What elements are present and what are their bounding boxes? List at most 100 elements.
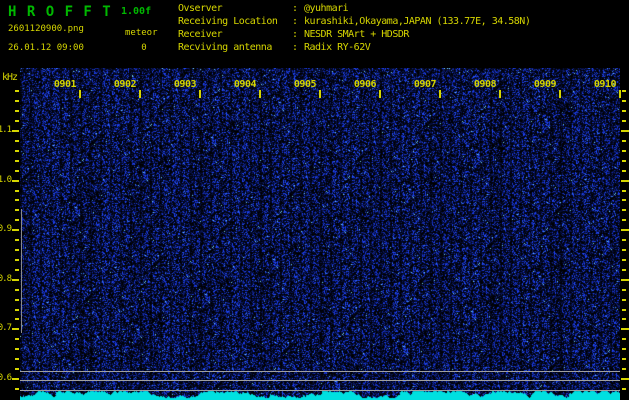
time-tick [559,90,561,98]
band-marker-line [21,209,22,333]
freq-major-tick-left [12,229,19,231]
freq-minor-tick-right [622,90,626,92]
time-tick [499,90,501,98]
freq-minor-tick-left [15,190,19,192]
time-tick-label: 0902 [113,79,137,90]
freq-minor-tick-left [15,259,19,261]
freq-minor-tick-right [622,309,626,311]
output-filename: 2601120900.png [8,24,84,34]
time-tick-label: 0903 [173,79,197,90]
info-separator: : [292,3,299,14]
freq-minor-tick-right [622,170,626,172]
freq-minor-tick-left [15,100,19,102]
freq-tick-label: 1.0 [0,175,12,185]
freq-major-tick-left [12,328,19,330]
time-tick [379,90,381,98]
info-label: Ovserver [178,3,223,14]
freq-minor-tick-left [15,318,19,320]
app-title: H R O F F T [8,4,112,20]
freq-minor-tick-right [622,110,626,112]
freq-minor-tick-left [15,289,19,291]
info-label: Receiving Location [178,16,278,27]
freq-minor-tick-right [622,249,626,251]
freq-minor-tick-right [622,269,626,271]
freq-minor-tick-right [622,388,626,390]
freq-tick-label: 0.9 [0,224,12,234]
observation-datetime: 26.01.12 09:00 [8,43,84,53]
time-tick [79,90,81,98]
info-separator: : [292,42,299,53]
freq-axis-unit-label: kHz [2,72,18,83]
info-value: @yuhmari [304,3,349,14]
freq-minor-tick-right [622,219,626,221]
freq-minor-tick-right [622,150,626,152]
freq-minor-tick-right [622,140,626,142]
info-label: Receiver [178,29,223,40]
freq-minor-tick-left [15,239,19,241]
freq-minor-tick-right [622,199,626,201]
freq-minor-tick-left [15,269,19,271]
freq-tick-label: 1.1 [0,125,12,135]
freq-minor-tick-left [15,110,19,112]
freq-minor-tick-right [622,259,626,261]
time-tick [199,90,201,98]
reference-line [20,380,620,381]
freq-minor-tick-left [15,368,19,370]
time-tick [439,90,441,98]
freq-major-tick-left [12,279,19,281]
freq-tick-label: 0.8 [0,274,12,284]
time-tick-label: 0905 [293,79,317,90]
freq-minor-tick-left [15,358,19,360]
freq-major-tick-right [621,279,629,281]
meteor-count-value: 0 [141,43,147,53]
time-tick-label: 0901 [53,79,77,90]
freq-minor-tick-right [622,348,626,350]
freq-major-tick-left [12,130,19,132]
freq-minor-tick-left [15,120,19,122]
freq-tick-label: 0.6 [0,373,12,383]
freq-minor-tick-left [15,309,19,311]
freq-minor-tick-right [622,239,626,241]
info-separator: : [292,29,299,40]
freq-major-tick-left [12,378,19,380]
freq-minor-tick-right [622,100,626,102]
info-label: Recviving antenna [178,42,272,53]
freq-major-tick-right [621,328,629,330]
freq-minor-tick-left [15,348,19,350]
time-tick [139,90,141,98]
info-separator: : [292,16,299,27]
freq-minor-tick-right [622,289,626,291]
freq-minor-tick-right [622,190,626,192]
freq-minor-tick-left [15,219,19,221]
time-tick-label: 0907 [413,79,437,90]
freq-major-tick-left [12,180,19,182]
time-tick-label: 0910 [593,79,617,90]
freq-minor-tick-left [15,199,19,201]
freq-major-tick-right [621,130,629,132]
freq-minor-tick-left [15,90,19,92]
freq-major-tick-right [621,378,629,380]
spectrogram-canvas [20,68,620,400]
freq-tick-label: 0.7 [0,323,12,333]
reference-line [20,371,620,372]
freq-minor-tick-right [622,368,626,370]
info-value: Radix RY-62V [304,42,371,53]
freq-minor-tick-left [15,299,19,301]
freq-minor-tick-left [15,338,19,340]
freq-minor-tick-right [622,338,626,340]
reference-line [20,390,620,391]
freq-minor-tick-left [15,388,19,390]
time-tick-label: 0906 [353,79,377,90]
time-tick [259,90,261,98]
time-tick-label: 0909 [533,79,557,90]
freq-major-tick-right [621,229,629,231]
freq-minor-tick-left [15,209,19,211]
time-tick [319,90,321,98]
freq-minor-tick-right [622,358,626,360]
freq-major-tick-right [621,180,629,182]
time-tick [619,90,621,98]
freq-minor-tick-right [622,120,626,122]
freq-minor-tick-left [15,249,19,251]
time-tick-label: 0908 [473,79,497,90]
info-value: kurashiki,Okayama,JAPAN (133.77E, 34.58N… [304,16,531,27]
